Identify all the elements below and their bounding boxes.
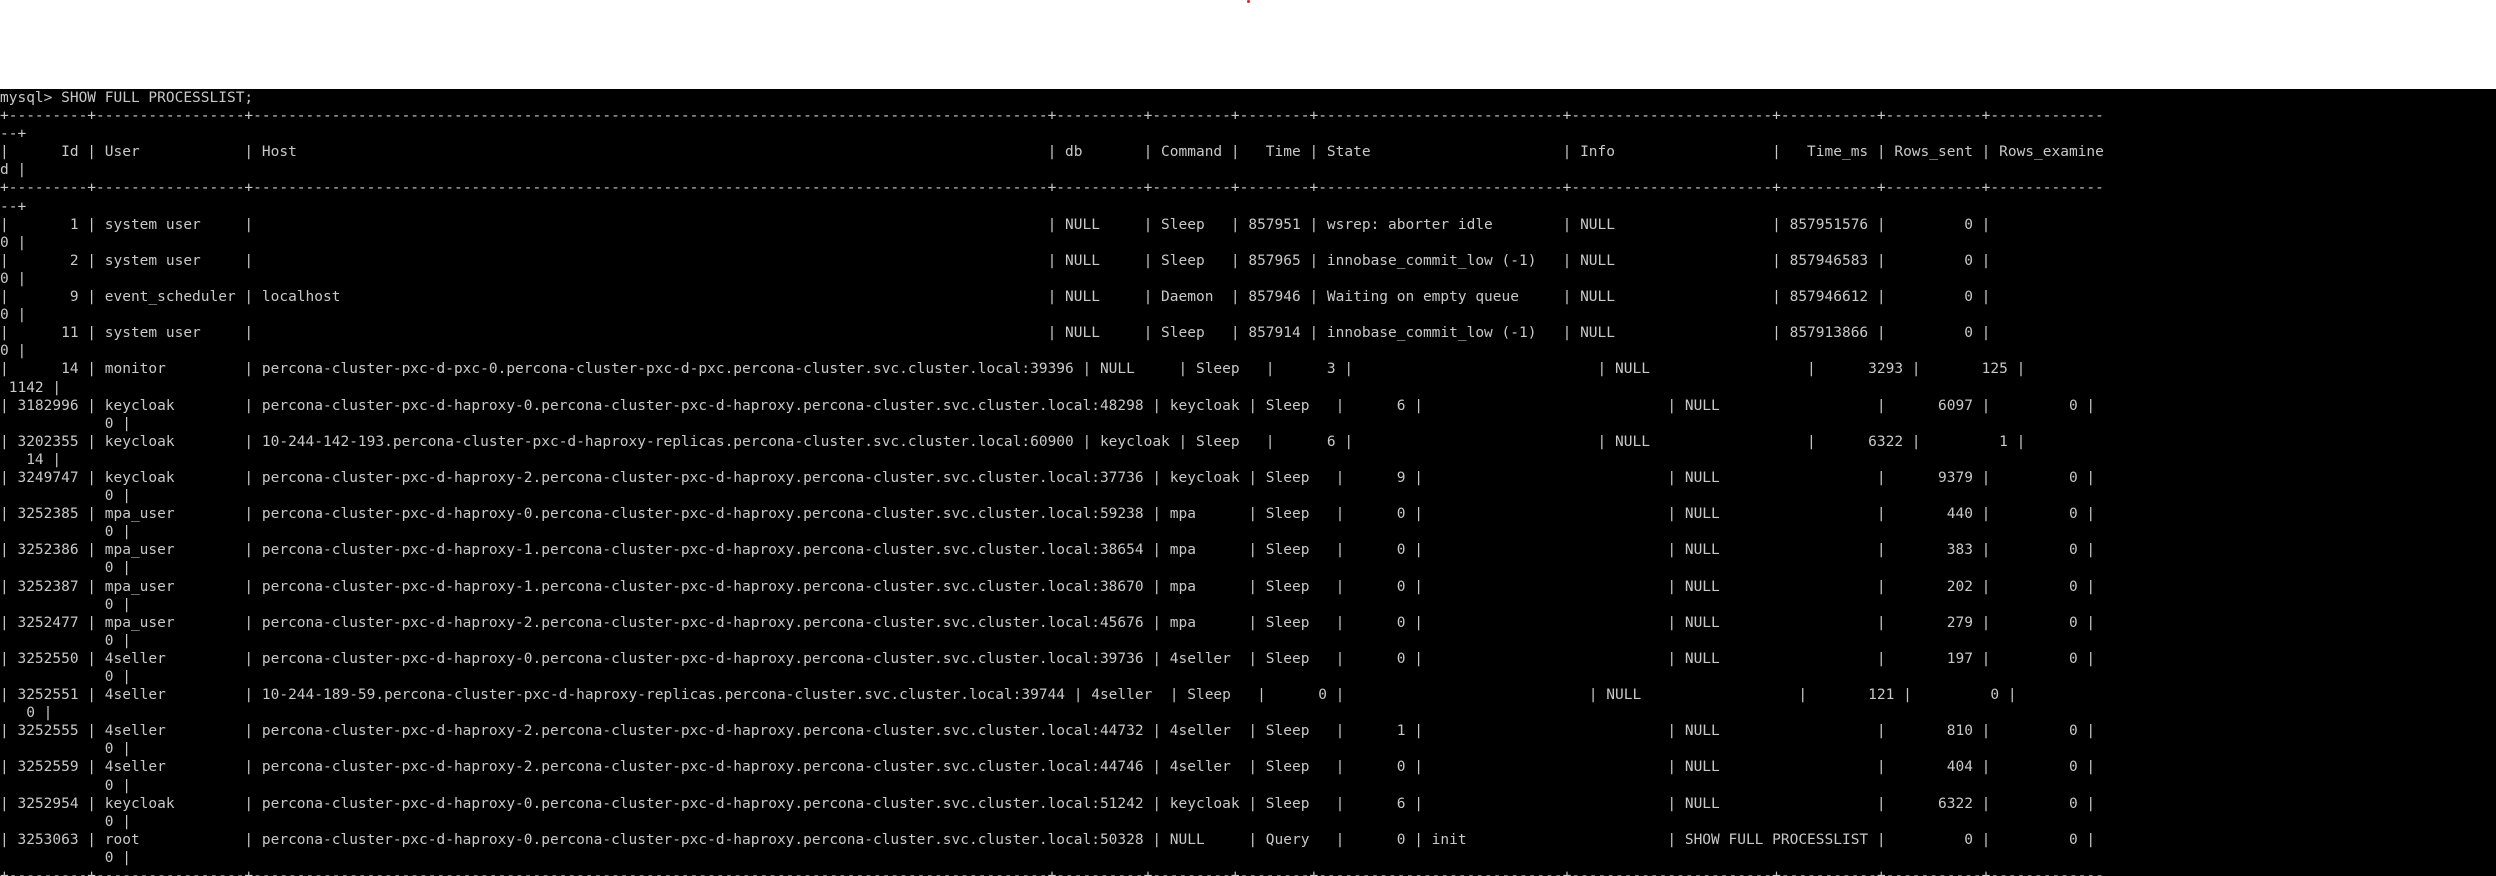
table-row: | 2 | system user | | NULL | Sleep | 857… xyxy=(0,252,2104,269)
table-row: 0 | xyxy=(0,632,131,649)
table-row: 0 | xyxy=(0,705,53,722)
table-row: | 3202355 | keycloak | 10-244-142-193.pe… xyxy=(0,433,2104,450)
table-row: 0 | xyxy=(0,813,131,830)
table-border: --+ xyxy=(0,126,27,143)
table-row: 0 | xyxy=(0,596,131,613)
cursor-dot xyxy=(1247,0,1250,3)
terminal-window[interactable]: mysql> SHOW FULL PROCESSLIST; +---------+… xyxy=(0,89,2496,876)
table-row: | 3253063 | root | percona-cluster-pxc-d… xyxy=(0,831,2104,848)
table-row: 0 | xyxy=(0,307,27,324)
table-row: | 3252386 | mpa_user | percona-cluster-p… xyxy=(0,542,2104,559)
table-header-row: d | xyxy=(0,162,27,179)
table-row: 0 | xyxy=(0,524,131,541)
table-row: | 3252559 | 4seller | percona-cluster-px… xyxy=(0,759,2104,776)
table-row: 0 | xyxy=(0,343,27,360)
table-row: | 3252550 | 4seller | percona-cluster-px… xyxy=(0,650,2104,667)
table-border: +---------+-----------------+-----------… xyxy=(0,108,2104,125)
table-row: 1142 | xyxy=(0,379,62,396)
table-row: 0 | xyxy=(0,234,27,251)
table-header-row: | Id | User | Host | db | Command | Time… xyxy=(0,144,2104,161)
mysql-prompt: mysql> xyxy=(0,90,62,106)
table-row: 0 | xyxy=(0,415,131,432)
table-row: | 3252555 | 4seller | percona-cluster-px… xyxy=(0,723,2104,740)
table-row: | 3252385 | mpa_user | percona-cluster-p… xyxy=(0,506,2104,523)
table-row: | 3252387 | mpa_user | percona-cluster-p… xyxy=(0,578,2104,595)
table-border: +---------+-----------------+-----------… xyxy=(0,180,2104,197)
command-line: mysql> SHOW FULL PROCESSLIST; xyxy=(0,89,2496,107)
table-row: | 11 | system user | | NULL | Sleep | 85… xyxy=(0,325,2104,342)
processlist-output: mysql> SHOW FULL PROCESSLIST; +---------+… xyxy=(0,89,2496,876)
table-row: | 3252551 | 4seller | 10-244-189-59.perc… xyxy=(0,687,2104,704)
table-row: | 3249747 | keycloak | percona-cluster-p… xyxy=(0,469,2104,486)
table-row: | 1 | system user | | NULL | Sleep | 857… xyxy=(0,216,2104,233)
table-row: | 14 | monitor | percona-cluster-pxc-d-p… xyxy=(0,361,2104,378)
table-row: 0 | xyxy=(0,270,27,287)
table-border: +---------+-----------------+-----------… xyxy=(0,867,2496,876)
table-row: 0 | xyxy=(0,741,131,758)
table-row: 0 | xyxy=(0,777,131,794)
table-border: --+ xyxy=(0,198,27,215)
table-row: | 3182996 | keycloak | percona-cluster-p… xyxy=(0,397,2104,414)
table-row: 14 | xyxy=(0,451,62,468)
sql-command: SHOW FULL PROCESSLIST; xyxy=(61,90,254,106)
table-row: 0 | xyxy=(0,488,131,505)
table-row: 0 | xyxy=(0,849,131,866)
table-row: | 3252477 | mpa_user | percona-cluster-p… xyxy=(0,614,2104,631)
table-row: | 9 | event_scheduler | localhost | NULL… xyxy=(0,289,2104,306)
table-row: 0 | xyxy=(0,669,131,685)
blank-top-area xyxy=(0,0,2496,89)
table-row: 0 | xyxy=(0,560,131,577)
table-row: | 3252954 | keycloak | percona-cluster-p… xyxy=(0,795,2104,812)
